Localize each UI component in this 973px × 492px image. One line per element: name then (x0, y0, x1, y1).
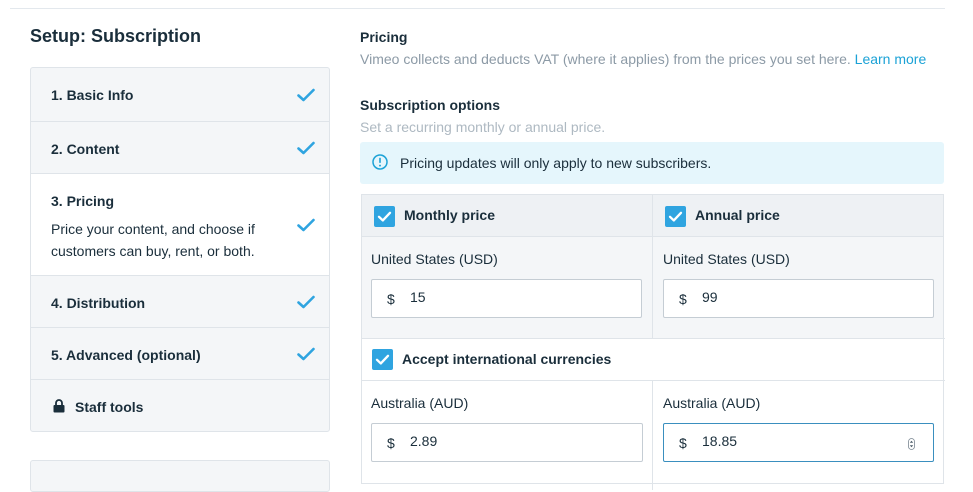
international-currencies-checkbox[interactable] (372, 349, 393, 375)
annual-usd-cell: United States (USD) $ (653, 237, 943, 338)
currency-symbol: $ (679, 291, 687, 307)
currency-symbol: $ (387, 291, 395, 307)
step-label: Staff tools (75, 399, 144, 415)
international-currencies-row: Accept international currencies (362, 339, 943, 380)
step-advanced[interactable]: 5. Advanced (optional) (31, 327, 329, 379)
currency-label: United States (USD) (663, 251, 790, 267)
currency-label: Australia (AUD) (371, 395, 469, 411)
monthly-usd-cell: United States (USD) $ (362, 237, 652, 338)
step-label: 4. Distribution (51, 295, 146, 311)
notice-text: Pricing updates will only apply to new s… (400, 155, 712, 171)
checkmark-icon (297, 218, 315, 232)
international-currencies-label: Accept international currencies (402, 351, 612, 367)
step-label: 5. Advanced (optional) (51, 347, 201, 363)
info-icon (372, 154, 388, 175)
step-staff-tools[interactable]: Staff tools (31, 379, 329, 431)
pricing-grid: Monthly price Annual price United States… (361, 194, 945, 490)
checkmark-icon (297, 295, 315, 309)
currency-label: United States (USD) (371, 251, 498, 267)
monthly-price-label: Monthly price (404, 207, 496, 223)
annual-aud-price-input[interactable]: $ (663, 423, 934, 462)
annual-price-header: Annual price (653, 195, 943, 237)
annual-price-checkbox[interactable] (665, 206, 686, 232)
monthly-usd-price-input[interactable]: $ (371, 279, 642, 318)
learn-more-link[interactable]: Learn more (855, 51, 927, 67)
price-value[interactable] (410, 433, 600, 449)
lower-panel (30, 460, 330, 492)
pricing-title: Pricing (360, 29, 408, 45)
step-basic-info[interactable]: 1. Basic Info (31, 68, 329, 121)
currency-symbol: $ (679, 435, 687, 451)
monthly-price-header: Monthly price (362, 195, 652, 237)
monthly-aud-cell: Australia (AUD) $ (362, 381, 652, 481)
pricing-description-text: Vimeo collects and deducts VAT (where it… (360, 51, 851, 67)
step-distribution[interactable]: 4. Distribution (31, 275, 329, 327)
checkmark-icon (297, 347, 315, 361)
checkmark-icon (297, 141, 315, 155)
step-label: 2. Content (51, 141, 120, 157)
step-description: Price your content, and choose if custom… (51, 221, 255, 259)
step-label: 3. Pricing (51, 193, 115, 209)
lock-icon (53, 399, 65, 413)
notice-banner: Pricing updates will only apply to new s… (360, 142, 944, 184)
annual-aud-cell: Australia (AUD) $ (653, 381, 943, 481)
top-divider (10, 8, 945, 9)
step-content[interactable]: 2. Content (31, 121, 329, 173)
step-label: 1. Basic Info (51, 87, 134, 103)
setup-title: Setup: Subscription (30, 26, 201, 46)
step-pricing[interactable]: 3. Pricing Price your content, and choos… (31, 173, 329, 275)
monthly-price-checkbox[interactable] (374, 206, 395, 232)
subscription-options-title: Subscription options (360, 97, 500, 113)
annual-usd-price-input[interactable]: $ (663, 279, 934, 318)
currency-symbol: $ (387, 435, 395, 451)
currency-label: Australia (AUD) (663, 395, 761, 411)
price-value[interactable] (702, 289, 892, 305)
subscription-options-description: Set a recurring monthly or annual price. (360, 119, 606, 135)
price-value[interactable] (702, 433, 892, 449)
pricing-description: Vimeo collects and deducts VAT (where it… (360, 51, 926, 67)
monthly-aud-price-input[interactable]: $ (371, 423, 643, 462)
price-value[interactable] (410, 289, 600, 305)
spinner-arrows-icon[interactable] (908, 437, 915, 450)
annual-price-label: Annual price (695, 207, 780, 223)
setup-steps: 1. Basic Info 2. Content 3. Pricing Pric… (30, 67, 330, 432)
checkmark-icon (297, 88, 315, 102)
